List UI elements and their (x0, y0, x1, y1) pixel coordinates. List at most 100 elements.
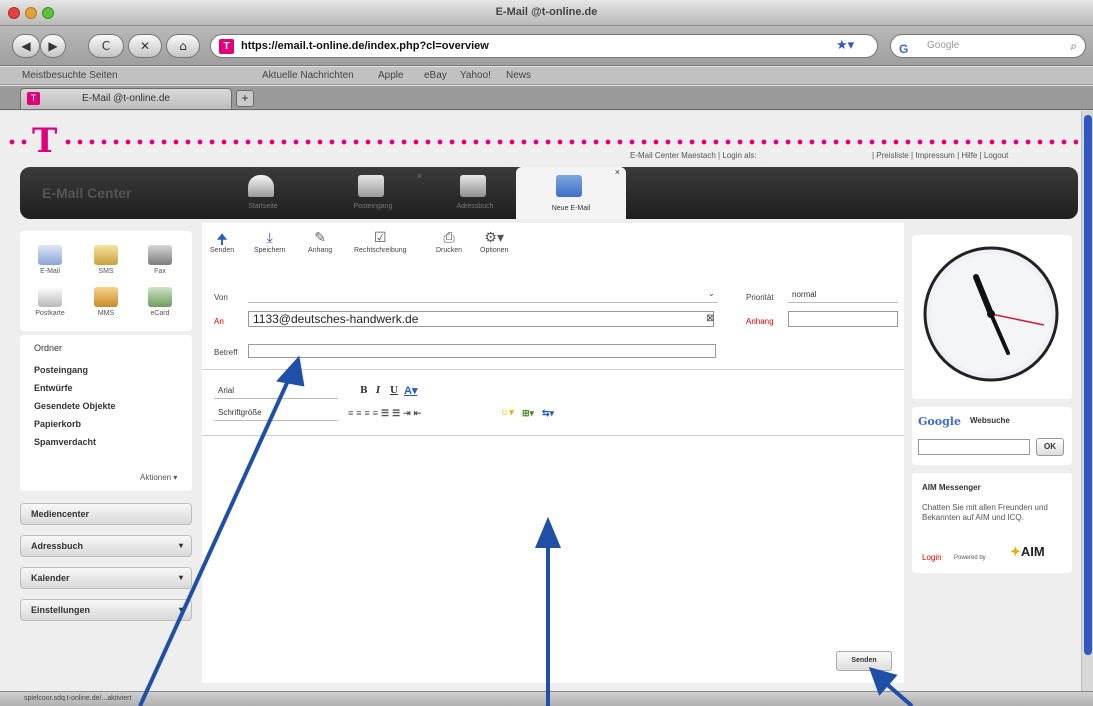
account-info: E-Mail Center Maestach | Login als: (630, 151, 757, 160)
folder-entwuerfe[interactable]: Entwürfe (34, 383, 73, 393)
folder-posteingang[interactable]: Posteingang (34, 365, 88, 375)
quick-actions: E-Mail SMS Fax Postkarte MMS eCard (20, 231, 192, 331)
underline-button[interactable]: U (390, 386, 398, 396)
from-field[interactable] (248, 289, 718, 303)
quick-fax[interactable]: Fax (136, 245, 184, 275)
send-toolbar-button[interactable]: 🠉 Senden (210, 229, 234, 254)
url-text: https://email.t-online.de/index.php?cl=o… (241, 40, 489, 52)
priority-label: Priorität (746, 293, 774, 302)
paperclip-icon: ✎ (314, 229, 326, 245)
send-button[interactable]: Senden (836, 651, 892, 671)
folders-header: Ordner (34, 343, 63, 353)
nav-tab-startseite[interactable]: Startseite (208, 171, 318, 217)
back-arrow-icon: ◀ (21, 39, 31, 53)
quick-ecard[interactable]: eCard (136, 287, 184, 317)
email-icon (38, 245, 62, 265)
folder-gesendete[interactable]: Gesendete Objekte (34, 401, 116, 411)
priority-select[interactable]: normal (788, 289, 898, 303)
chevron-down-icon: ▾ (178, 573, 183, 582)
nav-tab-posteingang[interactable]: Posteingang × (318, 171, 428, 217)
fields-separator (202, 369, 904, 370)
bookmark-yahoo[interactable]: Yahoo! (460, 67, 491, 85)
nav-tab-label: Adressbuch (456, 203, 494, 210)
house-icon (248, 175, 274, 197)
italic-button[interactable]: I (376, 386, 380, 396)
forward-button[interactable]: ▶ (40, 34, 66, 58)
scroll-thumb[interactable] (1084, 115, 1092, 655)
actions-menu[interactable]: Aktionen ▾ (140, 473, 177, 482)
bookmark-apple[interactable]: Apple (378, 67, 404, 85)
header-links[interactable]: | Preisliste | Impressum | Hilfe | Logou… (872, 151, 1008, 160)
attachment-label: Anhang (746, 317, 774, 326)
sms-icon (94, 245, 118, 265)
ecard-icon (148, 287, 172, 307)
stop-button[interactable]: ✕ (128, 34, 162, 58)
save-toolbar-button[interactable]: ⤓ Speichern (254, 229, 286, 254)
bold-button[interactable]: B (360, 386, 368, 396)
close-tab-icon[interactable]: × (615, 167, 620, 177)
dots-left (6, 139, 28, 145)
send-icon: 🠉 (216, 231, 228, 247)
align-justify-buttons[interactable]: ≡≡≡≡☰☰⇥⇤ (348, 408, 424, 419)
quick-sms[interactable]: SMS (82, 245, 130, 275)
ok-button[interactable]: OK (1036, 438, 1064, 456)
url-bar[interactable]: T https://email.t-online.de/index.php?cl… (210, 34, 878, 58)
bookmark-star-icon[interactable]: ★▾ (836, 37, 854, 53)
main-nav: E-Mail Center Startseite Posteingang × A… (20, 167, 1078, 219)
attachment-field[interactable] (788, 311, 898, 327)
status-bar: spielcoor.sdq.t-online.de/...aktiviert (0, 691, 1093, 706)
text-color-button[interactable]: A▾ (404, 384, 417, 397)
quick-postkarte[interactable]: Postkarte (26, 287, 74, 317)
aim-runner-icon: ✦ (1010, 544, 1021, 559)
print-toolbar-button[interactable]: ⎙ Drucken (436, 229, 462, 254)
nav-tab-adressbuch[interactable]: Adressbuch × (420, 171, 530, 217)
section-einstellungen[interactable]: Einstellungen ▾ (20, 599, 192, 621)
chevron-down-icon[interactable]: ⌄ (708, 289, 715, 298)
vertical-scrollbar[interactable] (1081, 111, 1093, 691)
magnifier-icon: ⌕ (1070, 39, 1077, 53)
nav-tab-label: Neue E-Mail (551, 205, 591, 212)
chevron-down-icon: ▾ (178, 541, 183, 550)
message-body-editor[interactable] (202, 437, 904, 643)
subject-field[interactable] (248, 344, 716, 358)
back-button[interactable]: ◀ (12, 34, 40, 58)
tab-title: E-Mail @t-online.de (82, 93, 170, 104)
subject-label: Betreff (214, 348, 238, 357)
link-button[interactable]: ⇆▾ (542, 408, 554, 419)
section-mediencenter[interactable]: Mediencenter (20, 503, 192, 525)
new-tab-button[interactable]: + (236, 90, 254, 107)
bookmark-news-2[interactable]: News (506, 67, 531, 85)
reload-button[interactable]: C (88, 34, 124, 58)
nav-tab-neue-email[interactable]: Neue E-Mail × (516, 167, 626, 219)
quick-email[interactable]: E-Mail (26, 245, 74, 275)
folder-spamverdacht[interactable]: Spamverdacht (34, 437, 96, 447)
font-select[interactable]: Arial (214, 385, 338, 399)
section-adressbuch[interactable]: Adressbuch ▾ (20, 535, 192, 557)
table-button[interactable]: ⊞▾ (522, 408, 534, 419)
smiley-button[interactable]: ☺▾ (500, 407, 514, 418)
chevron-down-icon: ▾ (178, 605, 183, 614)
dots-right (62, 139, 1078, 145)
google-search-input[interactable] (918, 439, 1030, 455)
stop-icon: ✕ (139, 39, 151, 53)
options-toolbar-button[interactable]: ⚙▾ Optionen (480, 229, 508, 254)
search-field[interactable]: G Google ⌕ (890, 34, 1086, 58)
section-kalender[interactable]: Kalender ▾ (20, 567, 192, 589)
home-button[interactable]: ⌂ (166, 34, 200, 58)
bookmark-news[interactable]: Aktuelle Nachrichten (262, 67, 354, 85)
spellcheck-toolbar-button[interactable]: ☑ Rechtschreibung (354, 229, 407, 254)
browser-tab[interactable]: T E-Mail @t-online.de (20, 88, 232, 109)
search-placeholder: Google (927, 40, 960, 51)
to-field[interactable]: 1133@deutsches-handwerk.de (248, 311, 714, 327)
folder-papierkorb[interactable]: Papierkorb (34, 419, 81, 429)
attach-toolbar-button[interactable]: ✎ Anhang (308, 229, 332, 254)
contacts-icon[interactable]: ⊠ (706, 313, 714, 324)
new-mail-icon (556, 175, 582, 197)
powered-by-label: Powered by (954, 555, 986, 561)
bookmark-most-visited[interactable]: Meistbesuchte Seiten (22, 67, 118, 85)
aim-login-link[interactable]: Login (922, 553, 942, 563)
quick-mms[interactable]: MMS (82, 287, 130, 317)
from-label: Von (214, 293, 228, 302)
size-select[interactable]: Schriftgröße (214, 407, 338, 421)
bookmark-ebay[interactable]: eBay (424, 67, 447, 85)
